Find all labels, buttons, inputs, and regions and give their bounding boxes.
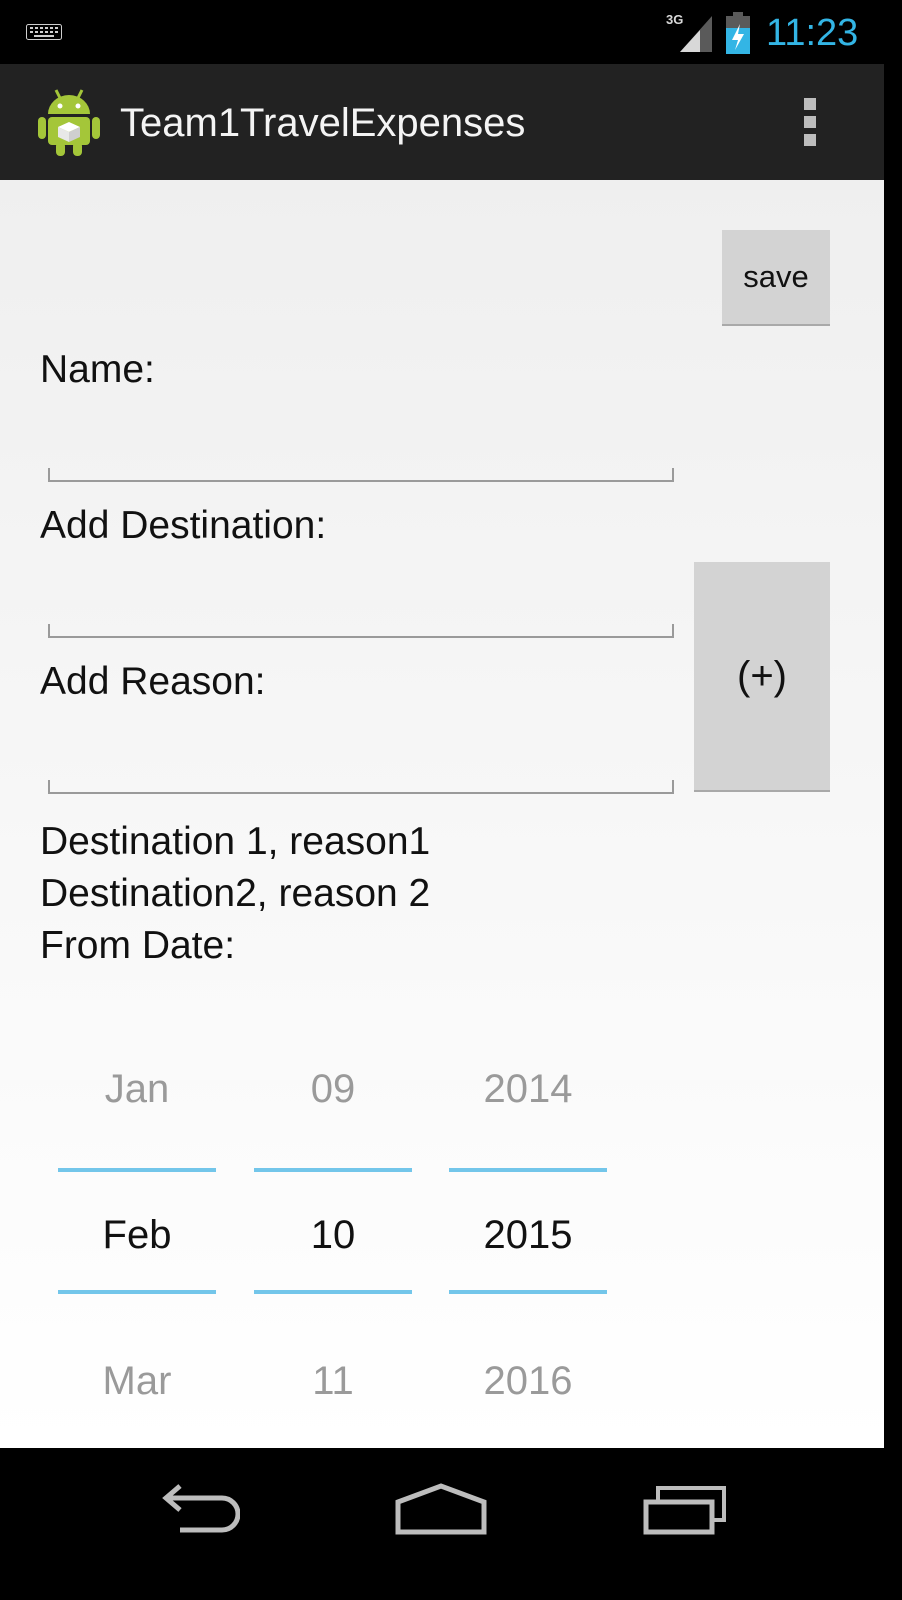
save-button[interactable]: save (722, 230, 830, 324)
status-bar: 3G 11:23 (0, 0, 884, 64)
list-item: Destination 1, reason1 (40, 820, 431, 863)
name-field[interactable] (48, 468, 674, 482)
picker-divider (58, 1168, 216, 1172)
year-prev[interactable]: 2014 (449, 1064, 607, 1114)
battery-charging-icon (726, 12, 750, 54)
day-prev[interactable]: 09 (254, 1064, 412, 1114)
picker-divider (254, 1290, 412, 1294)
action-bar: Team1TravelExpenses (0, 64, 884, 180)
picker-divider (58, 1290, 216, 1294)
status-clock: 11:23 (766, 12, 859, 54)
month-prev[interactable]: Jan (58, 1064, 216, 1114)
screen: 3G 11:23 Team1TravelExpenses save Name: … (0, 0, 884, 1568)
destination-label: Add Destination: (40, 504, 327, 547)
recent-apps-icon[interactable] (640, 1474, 730, 1544)
destination-list: Destination 1, reason1 Destination2, rea… (40, 816, 430, 920)
expense-form: save Name: Add Destination: Add Reason: … (0, 180, 884, 1448)
device-frame: 3G 11:23 Team1TravelExpenses save Name: … (0, 0, 902, 1600)
app-title: Team1TravelExpenses (120, 101, 526, 145)
reason-label: Add Reason: (40, 660, 266, 703)
year-picker[interactable]: 2014 2015 2016 (449, 1060, 607, 1446)
keyboard-icon (26, 24, 62, 40)
signal-3g-icon: 3G (666, 12, 712, 52)
year-current[interactable]: 2015 (449, 1210, 607, 1260)
navigation-bar (0, 1448, 884, 1568)
home-icon[interactable] (394, 1474, 488, 1544)
picker-divider (254, 1168, 412, 1172)
picker-divider (449, 1290, 607, 1294)
month-picker[interactable]: Jan Feb Mar (58, 1060, 216, 1446)
back-icon[interactable] (150, 1474, 240, 1544)
day-picker[interactable]: 09 10 11 (254, 1060, 412, 1446)
day-current[interactable]: 10 (254, 1210, 412, 1260)
android-app-icon (38, 89, 100, 156)
list-item: Destination2, reason 2 (40, 872, 431, 915)
month-current[interactable]: Feb (58, 1210, 216, 1260)
name-label: Name: (40, 348, 155, 391)
month-next[interactable]: Mar (58, 1356, 216, 1406)
add-destination-button[interactable]: (+) (694, 562, 830, 790)
day-next[interactable]: 11 (254, 1356, 412, 1406)
network-type-label: 3G (666, 12, 683, 27)
destination-field[interactable] (48, 624, 674, 638)
reason-field[interactable] (48, 780, 674, 794)
picker-divider (449, 1168, 607, 1172)
year-next[interactable]: 2016 (449, 1356, 607, 1406)
from-date-label: From Date: (40, 924, 236, 967)
overflow-menu-icon[interactable] (790, 94, 830, 150)
